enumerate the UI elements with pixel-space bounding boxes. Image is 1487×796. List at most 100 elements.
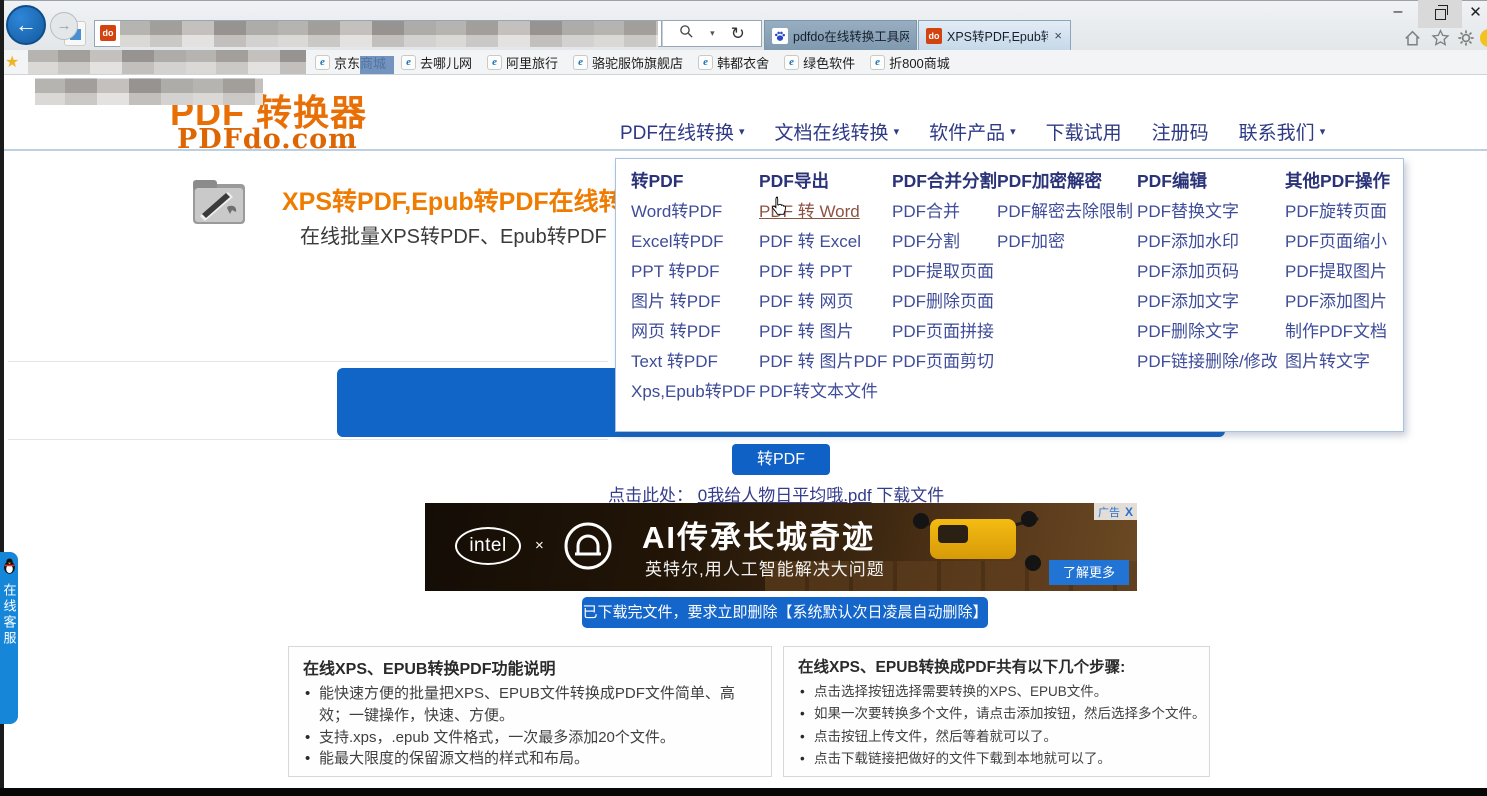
dropdown-column-other: 其他PDF操作 PDF旋转页面 PDF页面缩小 PDF提取图片 PDF添加图片 …: [1285, 167, 1390, 377]
drone-rotor: [913, 513, 929, 529]
info-bullet: 如果一次要转换多个文件，请点击添加按钮，然后选择多个文件。: [798, 703, 1195, 725]
menu-item[interactable]: Text 转PDF: [631, 347, 756, 377]
site-logo-domain[interactable]: PDFdo.com: [177, 124, 358, 155]
favorites-star-icon[interactable]: [1428, 27, 1452, 49]
menu-item[interactable]: PDF转文本文件: [759, 377, 887, 407]
blurred-url-region: [120, 21, 658, 47]
search-dropdown-caret-icon[interactable]: ▾: [710, 28, 715, 39]
ad-close-icon[interactable]: X: [1125, 505, 1133, 519]
menu-item[interactable]: PDF合并: [892, 197, 997, 227]
ie-favicon: e: [315, 55, 330, 70]
nav-download-trial[interactable]: 下载试用: [1046, 118, 1122, 145]
menu-item[interactable]: PDF链接删除/修改: [1137, 347, 1278, 377]
drone-rotor: [1021, 511, 1037, 527]
tab-xps-epub-active[interactable]: do XPS转PDF,Epub转... ×: [918, 20, 1071, 50]
tab-close-icon[interactable]: ×: [1053, 28, 1063, 43]
menu-item[interactable]: PDF添加页码: [1137, 257, 1278, 287]
refresh-icon[interactable]: ↻: [731, 25, 745, 42]
menu-item[interactable]: PDF解密去除限制: [997, 197, 1133, 227]
menu-item[interactable]: PDF删除文字: [1137, 317, 1278, 347]
forward-button[interactable]: →: [50, 12, 78, 40]
tab-pdfdo-home[interactable]: pdfdo在线转换工具网...: [764, 20, 917, 50]
menu-item[interactable]: PDF提取页面: [892, 257, 997, 287]
blurred-cell: [360, 56, 394, 74]
info-bullet: 能最大限度的保留源文档的样式和布局。: [303, 748, 757, 770]
menu-item[interactable]: PDF页面缩小: [1285, 227, 1390, 257]
menu-item[interactable]: 制作PDF文档: [1285, 317, 1390, 347]
menu-item[interactable]: PDF添加图片: [1285, 287, 1390, 317]
ie-favicon: e: [784, 55, 799, 70]
menu-item[interactable]: PDF添加水印: [1137, 227, 1278, 257]
hand-cursor-icon: [770, 196, 787, 222]
convert-to-pdf-button[interactable]: 转PDF: [732, 444, 830, 475]
delete-notice-banner[interactable]: 已下载完文件，要求立即删除【系统默认次日凌晨自动删除】: [582, 597, 988, 628]
menu-item[interactable]: Excel转PDF: [631, 227, 756, 257]
folder-tools-icon: [190, 176, 248, 233]
menu-item[interactable]: PDF加密: [997, 227, 1133, 257]
minimize-button[interactable]: –: [1382, 0, 1414, 24]
menu-item[interactable]: 网页 转PDF: [631, 317, 756, 347]
dropdown-header: PDF导出: [759, 167, 887, 195]
menu-item[interactable]: PDF提取图片: [1285, 257, 1390, 287]
restore-button[interactable]: [1418, 0, 1462, 28]
chevron-down-icon: ▾: [739, 125, 745, 138]
nav-pdf-online-convert[interactable]: PDF在线转换▾: [620, 118, 745, 145]
nav-contact-us[interactable]: 联系我们▾: [1239, 118, 1326, 145]
bookmark-star-icon[interactable]: ★: [5, 52, 19, 72]
ad-banner[interactable]: intel × AI传承长城奇迹 英特尔,用人工智能解决大问题 了解更多 广告 …: [425, 503, 1137, 591]
dropdown-header: 转PDF: [631, 167, 756, 195]
intel-logo: intel: [455, 527, 521, 565]
ad-headline: AI传承长城奇迹: [642, 512, 875, 557]
tab-title: pdfdo在线转换工具网...: [793, 26, 909, 45]
page-title: XPS转PDF,Epub转PDF在线转换: [282, 182, 649, 218]
dropdown-column-merge-split: PDF合并分割 PDF合并 PDF分割 PDF提取页面 PDF删除页面 PDF页…: [892, 167, 997, 377]
menu-item[interactable]: PDF页面剪切: [892, 347, 997, 377]
menu-item[interactable]: PDF删除页面: [892, 287, 997, 317]
menu-item[interactable]: PDF替换文字: [1137, 197, 1278, 227]
bookmark-item[interactable]: e去哪儿网: [401, 53, 472, 72]
home-icon[interactable]: [1400, 27, 1424, 49]
close-button[interactable]: ✕: [1464, 0, 1487, 24]
menu-item[interactable]: PDF添加文字: [1137, 287, 1278, 317]
back-button[interactable]: ←: [6, 5, 46, 45]
gear-icon[interactable]: [1454, 27, 1478, 49]
menu-item[interactable]: PDF 转 Excel: [759, 227, 887, 257]
menu-item[interactable]: PDF 转 图片PDF: [759, 347, 887, 377]
panel-divider: [8, 439, 608, 440]
menu-item[interactable]: PDF 转 网页: [759, 287, 887, 317]
chevron-down-icon: ▾: [1010, 125, 1016, 138]
menu-item[interactable]: 图片 转PDF: [631, 287, 756, 317]
bookmark-item[interactable]: e折800商城: [870, 53, 950, 72]
bookmarks-row: e京东商城 e去哪儿网 e阿里旅行 e骆驼服饰旗舰店 e韩都衣舍 e绿色软件 e…: [315, 50, 950, 74]
menu-item[interactable]: Xps,Epub转PDF: [631, 377, 756, 407]
ad-learn-more-button[interactable]: 了解更多: [1049, 560, 1129, 585]
drone-rotor: [1025, 555, 1041, 571]
bookmark-item[interactable]: e阿里旅行: [487, 53, 558, 72]
menu-item[interactable]: 图片转文字: [1285, 347, 1390, 377]
dropdown-header: PDF编辑: [1137, 167, 1278, 195]
menu-item[interactable]: PDF页面拼接: [892, 317, 997, 347]
menu-item[interactable]: PDF 转 PPT: [759, 257, 887, 287]
menu-item[interactable]: PPT 转PDF: [631, 257, 756, 287]
nav-software-products[interactable]: 软件产品▾: [929, 118, 1016, 145]
menu-item[interactable]: PDF 转 图片: [759, 317, 887, 347]
ie-favicon: e: [401, 55, 416, 70]
drone-canopy: [938, 525, 968, 543]
chevron-down-icon: ▾: [1320, 125, 1326, 138]
search-icon[interactable]: [679, 24, 694, 44]
nav-license-code[interactable]: 注册码: [1152, 118, 1209, 145]
menu-item[interactable]: PDF分割: [892, 227, 997, 257]
dropdown-header: 其他PDF操作: [1285, 167, 1390, 195]
info-bullet: 支持.xps，.epub 文件格式，一次最多添加20个文件。: [303, 727, 757, 749]
ie-favicon: e: [870, 55, 885, 70]
bookmark-item[interactable]: e韩都衣舍: [698, 53, 769, 72]
bookmark-item[interactable]: e绿色软件: [784, 53, 855, 72]
feature-info-box: 在线XPS、EPUB转换PDF功能说明 能快速方便的批量把XPS、EPUB文件转…: [288, 646, 772, 777]
menu-item[interactable]: Word转PDF: [631, 197, 756, 227]
ie-favicon: e: [698, 55, 713, 70]
online-service-tab[interactable]: 在线客服: [0, 552, 18, 724]
nav-doc-online-convert[interactable]: 文档在线转换▾: [775, 118, 900, 145]
dropdown-header: PDF加密解密: [997, 167, 1133, 195]
menu-item[interactable]: PDF旋转页面: [1285, 197, 1390, 227]
bookmark-item[interactable]: e骆驼服饰旗舰店: [573, 53, 683, 72]
